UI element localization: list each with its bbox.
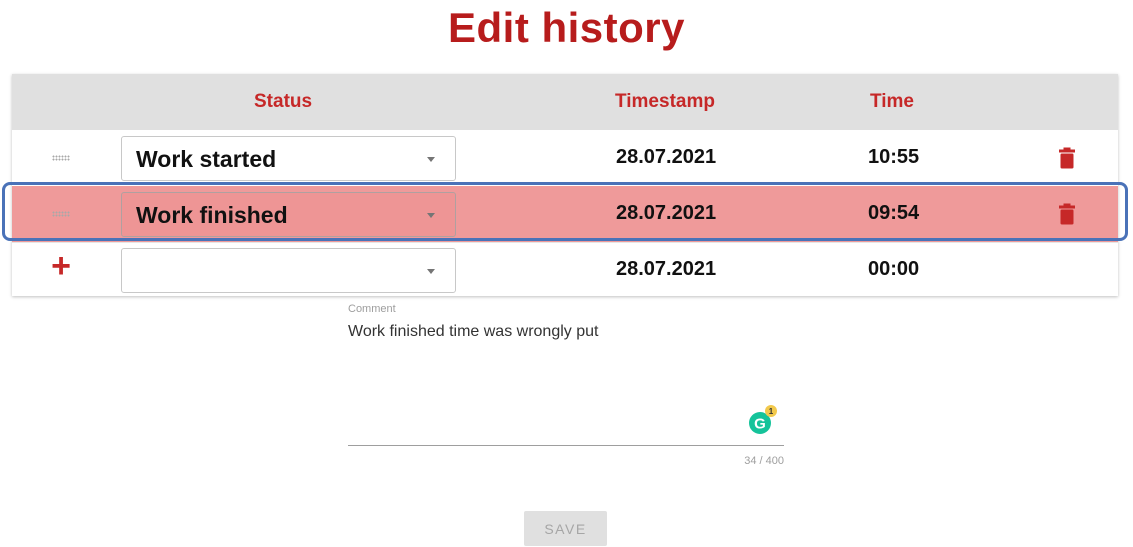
header-status: Status <box>254 91 313 112</box>
status-select-value: Work started <box>136 146 277 172</box>
table-row: Work started 28.07.2021 10:55 <box>12 130 1118 187</box>
trash-icon[interactable] <box>1058 147 1076 169</box>
time-cell[interactable]: 10:55 <box>868 146 919 169</box>
drag-handle-icon[interactable] <box>52 211 70 217</box>
timestamp-cell: 28.07.2021 <box>616 258 717 280</box>
header-time: Time <box>870 91 915 112</box>
page-title: Edit history <box>447 4 686 51</box>
comment-textarea[interactable]: Work finished time was wrongly put <box>348 323 784 341</box>
time-cell[interactable]: 00:00 <box>868 258 919 281</box>
comment-label: Comment <box>348 303 396 315</box>
status-select[interactable]: Work finished <box>121 192 456 237</box>
save-button[interactable]: SAVE <box>524 511 607 546</box>
status-select[interactable]: Work started <box>121 136 456 181</box>
character-counter: 34 / 400 <box>744 455 784 467</box>
status-select[interactable] <box>121 248 456 293</box>
status-select-value: Work finished <box>136 202 288 228</box>
svg-text:G: G <box>754 416 766 433</box>
time-cell[interactable]: 09:54 <box>868 202 919 225</box>
caret-down-icon <box>427 269 435 274</box>
new-entry-row: + 28.07.2021 00:00 <box>12 242 1118 298</box>
caret-down-icon <box>427 213 435 218</box>
timestamp-cell: 28.07.2021 <box>616 202 717 224</box>
drag-handle-icon[interactable] <box>52 155 70 161</box>
table-row-selected: Work finished 28.07.2021 09:54 <box>12 186 1118 243</box>
timestamp-cell: 28.07.2021 <box>616 146 717 168</box>
trash-icon[interactable] <box>1058 203 1076 225</box>
grammarly-badge-count: 1 <box>769 407 774 416</box>
header-timestamp: Timestamp <box>615 91 715 112</box>
plus-icon[interactable]: + <box>49 249 73 283</box>
comment-underline <box>348 445 784 446</box>
history-table: Status Timestamp Time Work started 28.07… <box>12 74 1118 296</box>
grammarly-icon[interactable]: G 1 <box>745 404 779 438</box>
table-header: Status Timestamp Time <box>12 74 1118 130</box>
caret-down-icon <box>427 157 435 162</box>
